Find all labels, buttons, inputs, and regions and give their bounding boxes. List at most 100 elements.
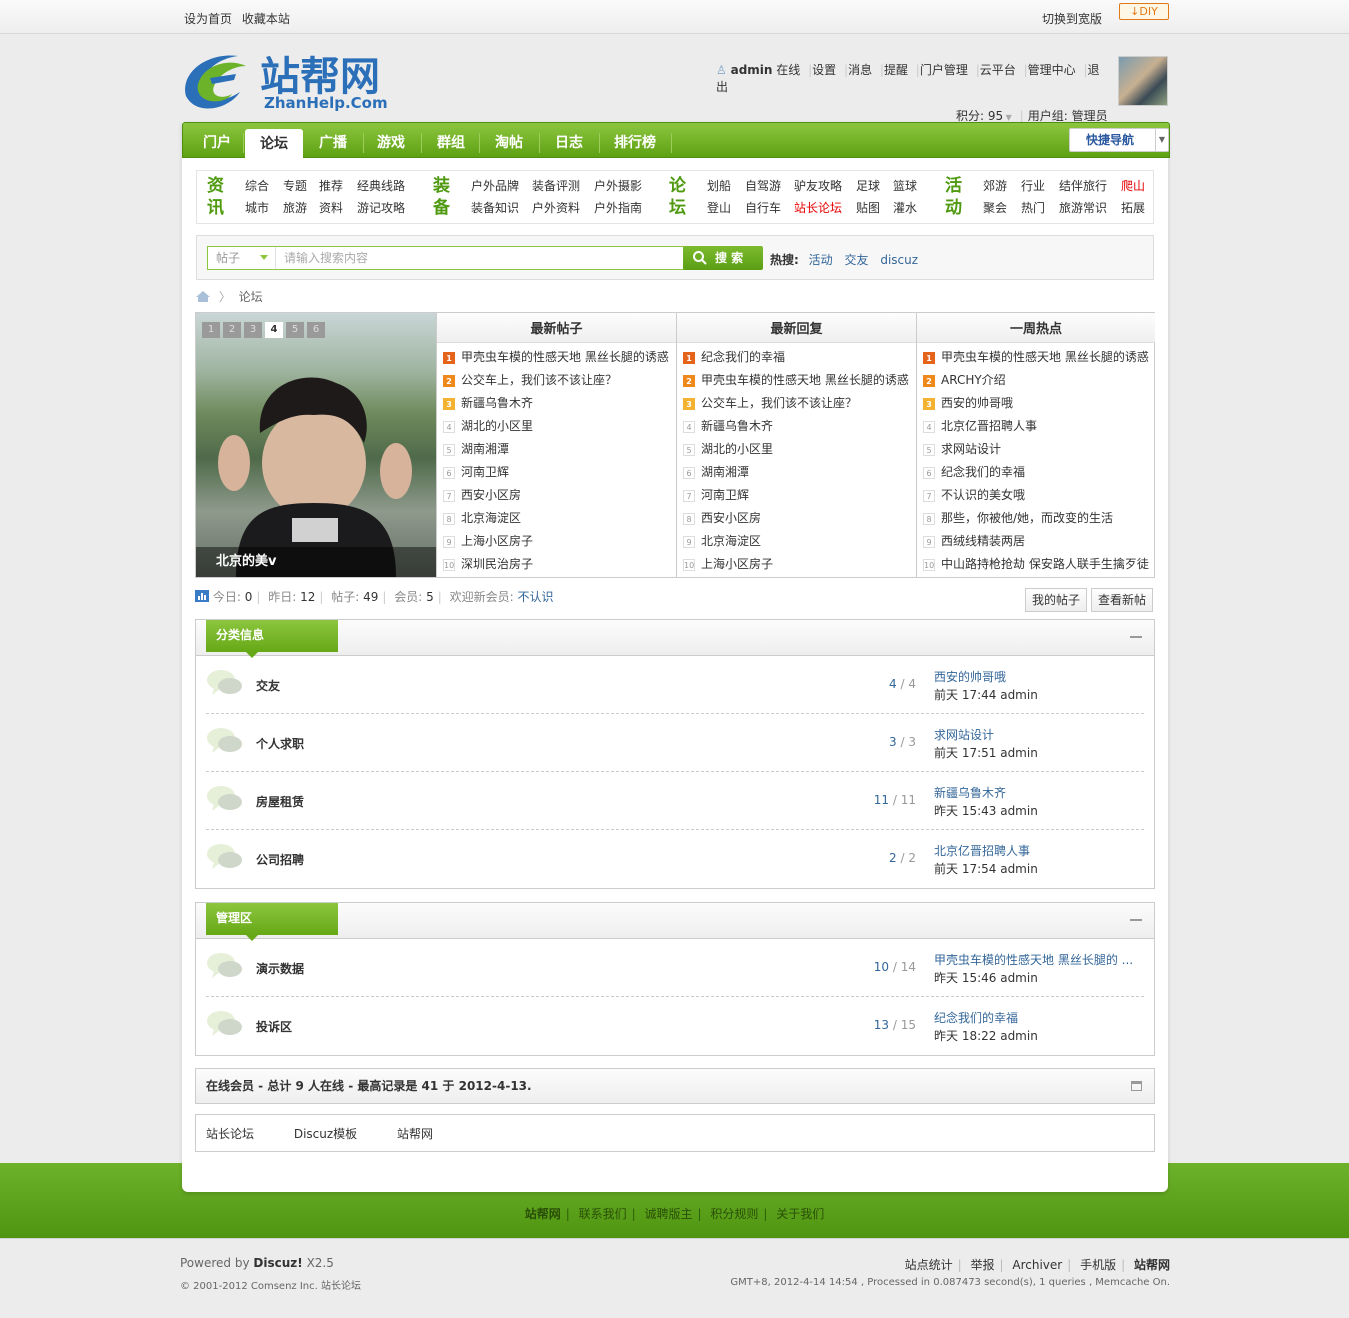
last-post-link[interactable]: 北京亿晋招聘人事 bbox=[934, 842, 1144, 860]
forum-name[interactable]: 公司招聘 bbox=[256, 851, 304, 868]
list-item[interactable]: 5 湖南湘潭 bbox=[443, 438, 673, 461]
list-item[interactable]: 8 西安小区房 bbox=[683, 507, 913, 530]
last-post-link[interactable]: 甲壳虫车模的性感天地 黑丝长腿的 ... bbox=[934, 951, 1144, 969]
subnav-link[interactable]: 推荐 bbox=[319, 179, 343, 193]
image-slider[interactable]: 123456 北京的美v bbox=[196, 313, 436, 577]
discuz-link[interactable]: Discuz! bbox=[253, 1256, 302, 1270]
points-dropdown-icon[interactable]: ▼ bbox=[1003, 113, 1012, 122]
list-item[interactable]: 4 北京亿晋招聘人事 bbox=[923, 415, 1153, 438]
friend-link[interactable]: Discuz模板 bbox=[294, 1127, 357, 1141]
subnav-link[interactable]: 综合 bbox=[245, 179, 269, 193]
home-icon[interactable] bbox=[195, 290, 211, 303]
list-item[interactable]: 2 公交车上，我们该不该让座？ bbox=[443, 369, 673, 392]
footer-link[interactable]: 举报 bbox=[970, 1258, 994, 1272]
list-item[interactable]: 9 北京海淀区 bbox=[683, 530, 913, 553]
subnav-link[interactable]: 户外指南 bbox=[594, 201, 642, 215]
nav-blog[interactable]: 日志 bbox=[545, 123, 593, 159]
list-item[interactable]: 8 那些，你被他/她，而改变的生活 bbox=[923, 507, 1153, 530]
search-button[interactable]: 搜 索 bbox=[683, 246, 763, 270]
new-posts-button[interactable]: 查看新帖 bbox=[1091, 588, 1154, 612]
list-item[interactable]: 5 求网站设计 bbox=[923, 438, 1153, 461]
forum-name[interactable]: 个人求职 bbox=[256, 735, 304, 752]
footer-link[interactable]: 站帮网 bbox=[1134, 1258, 1170, 1272]
set-home-link[interactable]: 设为首页 bbox=[184, 12, 232, 26]
list-item[interactable]: 6 纪念我们的幸福 bbox=[923, 461, 1153, 484]
subnav-link[interactable]: 贴图 bbox=[856, 201, 880, 215]
footer-link[interactable]: 积分规则 bbox=[710, 1207, 758, 1221]
list-item[interactable]: 1 纪念我们的幸福 bbox=[683, 346, 913, 369]
slide-caption[interactable]: 北京的美v bbox=[196, 547, 436, 577]
collapse-icon[interactable] bbox=[1130, 919, 1142, 921]
subnav-link[interactable]: 拓展 bbox=[1121, 201, 1145, 215]
messages-link[interactable]: 消息 bbox=[848, 63, 872, 77]
footer-link[interactable]: 站帮网 bbox=[525, 1207, 561, 1221]
hot-link[interactable]: 交友 bbox=[844, 253, 868, 267]
subnav-link[interactable]: 旅游 bbox=[283, 201, 307, 215]
slide-tab[interactable]: 5 bbox=[286, 322, 304, 338]
footer-link[interactable]: 诚聘版主 bbox=[644, 1207, 692, 1221]
quick-nav-button[interactable]: 快捷导航 ▼ bbox=[1069, 128, 1169, 152]
settings-link[interactable]: 设置 bbox=[812, 63, 836, 77]
list-item[interactable]: 2 ARCHY介绍 bbox=[923, 369, 1153, 392]
list-item[interactable]: 1 甲壳虫车模的性感天地 黑丝长腿的诱惑 bbox=[443, 346, 673, 369]
footer-link[interactable]: Archiver bbox=[1012, 1258, 1062, 1272]
slide-photo[interactable] bbox=[196, 313, 436, 577]
list-item[interactable]: 3 公交车上，我们该不该让座？ bbox=[683, 392, 913, 415]
subnav-link[interactable]: 户外资料 bbox=[532, 201, 580, 215]
subnav-link-highlight[interactable]: 爬山 bbox=[1121, 179, 1145, 193]
slide-tab-active[interactable]: 4 bbox=[265, 322, 283, 338]
list-item[interactable]: 7 西安小区房 bbox=[443, 484, 673, 507]
expand-icon[interactable] bbox=[1131, 1081, 1142, 1091]
subnav-link[interactable]: 行业 bbox=[1021, 179, 1045, 193]
subnav-link[interactable]: 足球 bbox=[856, 179, 880, 193]
subnav-link[interactable]: 聚会 bbox=[983, 201, 1007, 215]
footer-link[interactable]: 手机版 bbox=[1080, 1258, 1116, 1272]
forum-name[interactable]: 房屋租赁 bbox=[256, 793, 304, 810]
admin-center-link[interactable]: 管理中心 bbox=[1028, 63, 1076, 77]
hot-link[interactable]: 活动 bbox=[809, 253, 833, 267]
footer-link[interactable]: 站点统计 bbox=[905, 1258, 953, 1272]
list-item[interactable]: 3 西安的帅哥哦 bbox=[923, 392, 1153, 415]
avatar[interactable] bbox=[1118, 56, 1168, 106]
list-item[interactable]: 10 中山路持枪抢劫 保安路人联手生擒歹徒 bbox=[923, 553, 1153, 576]
slide-tab[interactable]: 6 bbox=[307, 322, 325, 338]
subnav-link[interactable]: 旅游常识 bbox=[1059, 201, 1107, 215]
subnav-link[interactable]: 户外摄影 bbox=[594, 179, 642, 193]
search-input[interactable]: 请输入搜索内容 bbox=[284, 247, 368, 269]
last-post-link[interactable]: 新疆乌鲁木齐 bbox=[934, 784, 1144, 802]
list-item[interactable]: 5 湖北的小区里 bbox=[683, 438, 913, 461]
footer-link[interactable]: 关于我们 bbox=[776, 1207, 824, 1221]
subnav-link[interactable]: 登山 bbox=[707, 201, 731, 215]
list-item[interactable]: 3 新疆乌鲁木齐 bbox=[443, 392, 673, 415]
subnav-link[interactable]: 户外品牌 bbox=[471, 179, 519, 193]
slide-tab[interactable]: 1 bbox=[202, 322, 220, 338]
nav-taotie[interactable]: 淘帖 bbox=[485, 123, 533, 159]
my-posts-button[interactable]: 我的帖子 bbox=[1025, 588, 1088, 612]
category-title[interactable]: 分类信息 bbox=[206, 620, 338, 658]
points-link[interactable]: 积分: 95 bbox=[956, 109, 1003, 123]
subnav-link-highlight[interactable]: 站长论坛 bbox=[794, 201, 842, 215]
list-item[interactable]: 2 甲壳虫车模的性感天地 黑丝长腿的诱惑 bbox=[683, 369, 913, 392]
subnav-link[interactable]: 城市 bbox=[245, 201, 269, 215]
list-item[interactable]: 4 新疆乌鲁木齐 bbox=[683, 415, 913, 438]
last-post-link[interactable]: 纪念我们的幸福 bbox=[934, 1009, 1144, 1027]
slide-tab[interactable]: 3 bbox=[244, 322, 262, 338]
cloud-platform-link[interactable]: 云平台 bbox=[980, 63, 1016, 77]
forum-name[interactable]: 投诉区 bbox=[256, 1018, 292, 1035]
forum-name[interactable]: 演示数据 bbox=[256, 960, 304, 977]
reminders-link[interactable]: 提醒 bbox=[884, 63, 908, 77]
list-item[interactable]: 7 不认识的美女哦 bbox=[923, 484, 1153, 507]
list-item[interactable]: 7 河南卫辉 bbox=[683, 484, 913, 507]
nav-portal[interactable]: 门户 bbox=[195, 123, 239, 159]
diy-button[interactable]: ↓DIY bbox=[1119, 3, 1169, 20]
friend-link[interactable]: 站长论坛 bbox=[206, 1127, 254, 1141]
subnav-link[interactable]: 游记攻略 bbox=[357, 201, 405, 215]
chevron-down-icon[interactable]: ▼ bbox=[1155, 129, 1168, 151]
nav-groups[interactable]: 群组 bbox=[427, 123, 475, 159]
subnav-link[interactable]: 装备知识 bbox=[471, 201, 519, 215]
list-item[interactable]: 10 上海小区房子 bbox=[683, 553, 913, 576]
subnav-link[interactable]: 郊游 bbox=[983, 179, 1007, 193]
subnav-link[interactable]: 热门 bbox=[1021, 201, 1045, 215]
subnav-link[interactable]: 专题 bbox=[283, 179, 307, 193]
subnav-link[interactable]: 自驾游 bbox=[745, 179, 781, 193]
